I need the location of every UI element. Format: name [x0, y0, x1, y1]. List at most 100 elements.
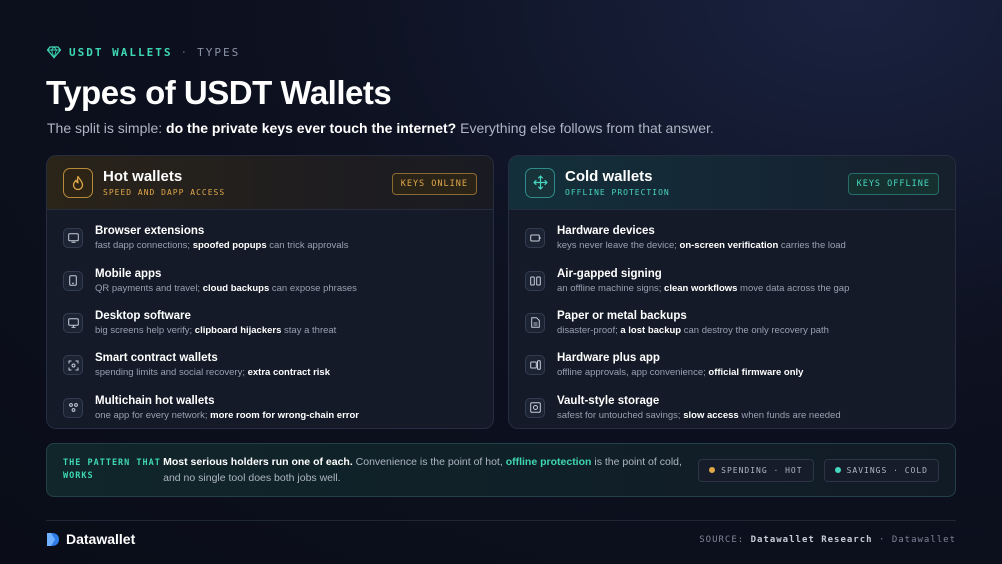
document-icon: [525, 312, 545, 333]
airgap-icon: [525, 270, 545, 291]
item-text: Desktop software big screens help verify…: [95, 310, 336, 336]
item-title: Paper or metal backups: [557, 309, 687, 322]
list-item: Vault-style storage safest for untouched…: [525, 387, 939, 428]
desc-emphasis: on-screen verification: [679, 240, 779, 252]
item-description: disaster-proof; a lost backup can destro…: [557, 325, 829, 336]
item-text: Mobile apps QR payments and travel; clou…: [95, 268, 357, 294]
item-description: safest for untouched savings; slow acces…: [557, 410, 841, 421]
desc-emphasis: spoofed popups: [192, 240, 267, 252]
browser-icon: [63, 228, 83, 249]
list-item: Browser extensions fast dapp connections…: [63, 217, 477, 259]
item-title: Smart contract wallets: [95, 352, 218, 365]
item-description: QR payments and travel; cloud backups ca…: [95, 283, 357, 294]
desc-emphasis: a lost backup: [620, 324, 682, 336]
source-name: Datawallet Research: [750, 535, 873, 545]
item-title: Vault-style storage: [557, 394, 660, 407]
phone-icon: [63, 270, 83, 291]
desc-text: can trick approvals: [266, 240, 349, 252]
desc-text: big screens help verify;: [95, 324, 195, 336]
desc-text: stay a threat: [281, 324, 337, 336]
desc-text: disaster-proof;: [557, 324, 621, 336]
device-icon: [525, 228, 545, 249]
spending-hot-chip: SPENDING · HOT: [698, 458, 814, 482]
subtitle-lead: The split is simple:: [47, 120, 167, 136]
desc-emphasis: cloud backups: [202, 282, 270, 294]
eyebrow-separator: ·: [180, 45, 190, 59]
list-item: Desktop software big screens help verify…: [63, 302, 477, 344]
cold-dot-icon: [834, 467, 841, 473]
desc-text: an offline machine signs;: [557, 282, 665, 294]
network-icon: [63, 397, 83, 418]
hot-dot-icon: [709, 467, 716, 473]
item-description: fast dapp connections; spoofed popups ca…: [95, 240, 348, 251]
pattern-text: Most serious holders run one of each. Co…: [163, 454, 698, 486]
list-item: Hardware devices keys never leave the de…: [525, 217, 939, 259]
datawallet-logo-icon: [47, 532, 59, 546]
cold-wallets-panel: Cold wallets OFFLINE PROTECTION KEYS OFF…: [508, 155, 956, 429]
item-description: big screens help verify; clipboard hijac…: [95, 325, 336, 336]
desc-text: move data across the gap: [737, 282, 850, 294]
desc-text: spending limits and social recovery;: [95, 367, 248, 379]
desc-emphasis: slow access: [683, 409, 739, 421]
item-title: Hardware devices: [557, 225, 655, 238]
page-subtitle: The split is simple: do the private keys…: [47, 120, 714, 136]
source-separator: ·: [872, 535, 892, 545]
item-text: Multichain hot wallets one app for every…: [95, 395, 359, 421]
vault-icon: [525, 397, 545, 418]
logo-wordmark: Datawallet: [66, 531, 136, 547]
list-item: Multichain hot wallets one app for every…: [63, 387, 477, 428]
desc-emphasis: clean workflows: [664, 282, 738, 294]
subtitle-question: do the private keys ever touch the inter…: [166, 120, 457, 136]
cold-wallets-header: Cold wallets OFFLINE PROTECTION KEYS OFF…: [509, 156, 955, 210]
list-item: Air-gapped signing an offline machine si…: [525, 259, 939, 301]
item-description: one app for every network; more room for…: [95, 410, 359, 421]
desc-text: offline approvals, app convenience;: [557, 367, 709, 379]
desc-emphasis: more room for wrong-chain error: [210, 409, 359, 421]
device-app-icon: [525, 355, 545, 376]
desc-emphasis: extra contract risk: [247, 367, 330, 379]
keys-online-badge: KEYS ONLINE: [391, 173, 477, 195]
chip-label: SPENDING · HOT: [721, 465, 803, 475]
desc-text: can expose phrases: [269, 282, 357, 294]
desc-text: QR payments and travel;: [95, 282, 203, 294]
pattern-chips: SPENDING · HOT SAVINGS · COLD: [698, 458, 939, 482]
chip-label: SAVINGS · COLD: [846, 465, 928, 475]
desc-text: fast dapp connections;: [95, 240, 193, 252]
item-text: Paper or metal backups disaster-proof; a…: [557, 310, 829, 336]
source-credit: SOURCE: Datawallet Research · Datawallet: [699, 535, 956, 545]
move-icon: [525, 167, 555, 198]
item-description: keys never leave the device; on-screen v…: [557, 240, 846, 251]
item-description: spending limits and social recovery; ext…: [95, 367, 330, 378]
source-brand: Datawallet: [891, 535, 956, 545]
item-title: Hardware plus app: [557, 352, 660, 365]
desc-text: safest for untouched savings;: [557, 409, 684, 421]
item-text: Smart contract wallets spending limits a…: [95, 352, 330, 378]
pattern-lead: Most serious holders run one of each.: [163, 456, 353, 468]
keys-offline-badge: KEYS OFFLINE: [847, 173, 939, 195]
hot-wallets-title: Hot wallets: [103, 168, 183, 185]
cold-wallets-title: Cold wallets: [565, 168, 653, 185]
hot-wallets-list: Browser extensions fast dapp connections…: [47, 210, 493, 428]
hot-wallets-panel: Hot wallets SPEED AND DAPP ACCESS KEYS O…: [46, 155, 494, 429]
item-title: Browser extensions: [95, 225, 205, 238]
cold-wallets-subtitle: OFFLINE PROTECTION: [565, 188, 670, 197]
item-title: Air-gapped signing: [557, 267, 662, 280]
item-text: Air-gapped signing an offline machine si…: [557, 268, 849, 294]
subtitle-tail: Everything else follows from that answer…: [456, 120, 714, 136]
item-title: Mobile apps: [95, 267, 162, 280]
cold-wallets-list: Hardware devices keys never leave the de…: [509, 210, 955, 428]
desc-emphasis: clipboard hijackers: [194, 324, 282, 336]
list-item: Paper or metal backups disaster-proof; a…: [525, 302, 939, 344]
contract-icon: [63, 355, 83, 376]
hot-wallets-heading: Hot wallets SPEED AND DAPP ACCESS: [103, 168, 225, 197]
item-text: Hardware devices keys never leave the de…: [557, 225, 846, 251]
gem-icon: [47, 46, 61, 59]
item-text: Vault-style storage safest for untouched…: [557, 395, 841, 421]
cold-wallets-heading: Cold wallets OFFLINE PROTECTION: [565, 168, 670, 197]
datawallet-logo: Datawallet: [46, 531, 135, 547]
desc-text: one app for every network;: [95, 409, 211, 421]
item-text: Hardware plus app offline approvals, app…: [557, 352, 803, 378]
item-description: offline approvals, app convenience; offi…: [557, 367, 803, 378]
eyebrow-brand: USDT WALLETS: [69, 45, 173, 59]
desc-text: when funds are needed: [738, 409, 841, 421]
